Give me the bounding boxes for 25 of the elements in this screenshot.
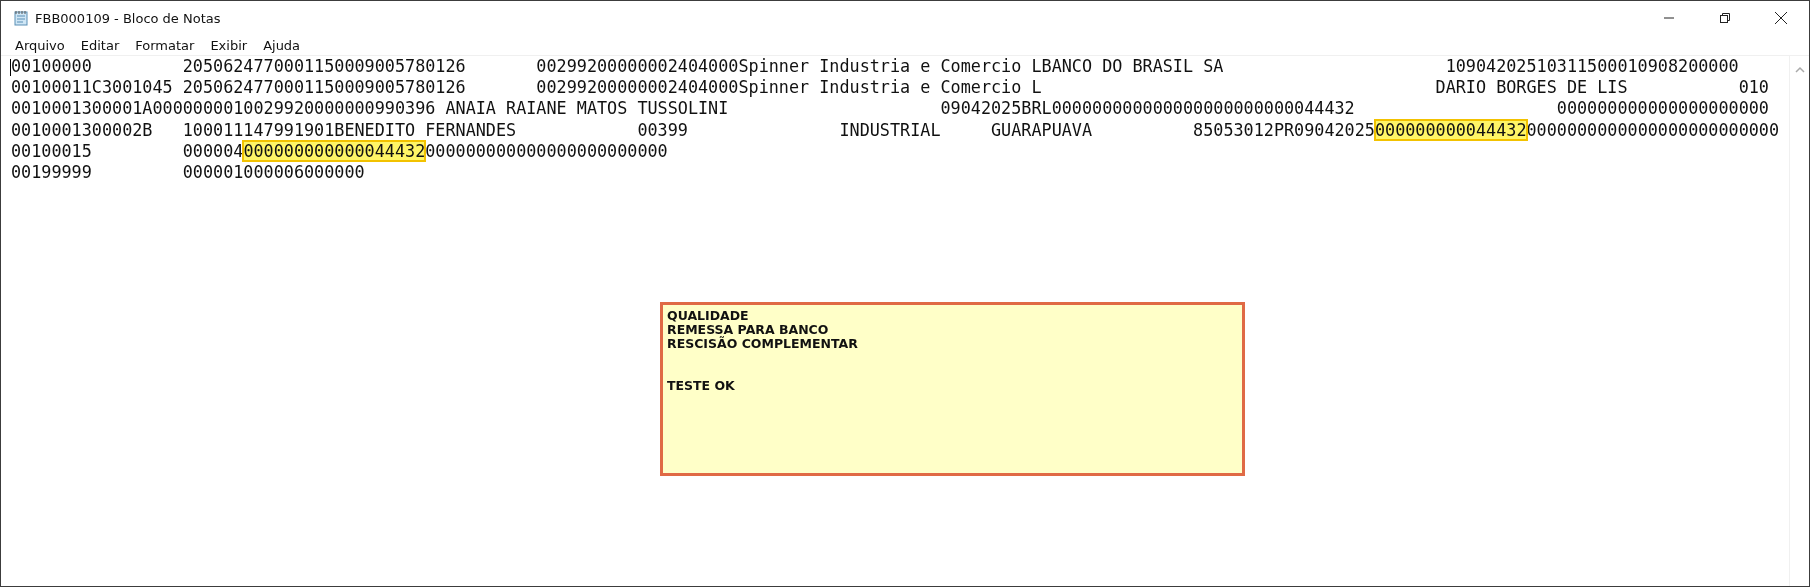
restore-icon: [1719, 12, 1731, 24]
text-line: 00100000 2050624770001150009005780126 00299200000002404000Spinner Industria e Comercio LBANCO DO BRASIL SA 10904202510311500010908200000: [11, 56, 1739, 76]
note-text: REMESSA PARA BANCO: [667, 323, 830, 337]
text-line: 0010001300002B 100011147991901BENEDITO FERNANDES 00399 INDUSTRIAL GUARAPUAVA 85053012PR09042025: [11, 119, 1375, 140]
scroll-up-icon[interactable]: [1794, 66, 1805, 73]
text-line: 0010001300001A0000000010029920000000990396 ANAIA RAIANE MATOS TUSSOLINI 09042025BRL000000000000000000000000044432 000000000000000000000: [11, 98, 1769, 119]
note-text: TESTE OK: [667, 379, 736, 393]
note-text: RESCISÃO COMPLEMENTAR: [667, 337, 859, 351]
highlighted-text: 000000000000044432: [243, 140, 426, 161]
menu-item[interactable]: Ajuda: [255, 37, 309, 53]
text-line: 000000000000000000000000: [425, 140, 668, 161]
menu-item[interactable]: Exibir: [202, 37, 256, 53]
note-text: QUALIDADE: [667, 309, 750, 323]
menu-item[interactable]: Editar: [72, 37, 128, 53]
text-line: 0000000000000000000000000: [1526, 119, 1780, 140]
text-line: 00199999 000001000006000000: [11, 162, 365, 182]
window-title: FBB000109 - Bloco de Notas: [35, 10, 221, 26]
notepad-icon: [13, 10, 29, 26]
menu-item[interactable]: Arquivo: [7, 37, 73, 53]
text-cursor: [10, 59, 11, 76]
text-line: 00100011C3001045 2050624770001150009005780126 00299200000002404000Spinner Industria e Comercio L DARIO BORGES DE LIS 010: [11, 77, 1769, 98]
close-icon: [1774, 11, 1788, 25]
menu-item[interactable]: Formatar: [127, 37, 203, 53]
highlighted-text: 000000000044432: [1374, 119, 1527, 140]
text-line: 00100015 000004: [11, 140, 244, 161]
